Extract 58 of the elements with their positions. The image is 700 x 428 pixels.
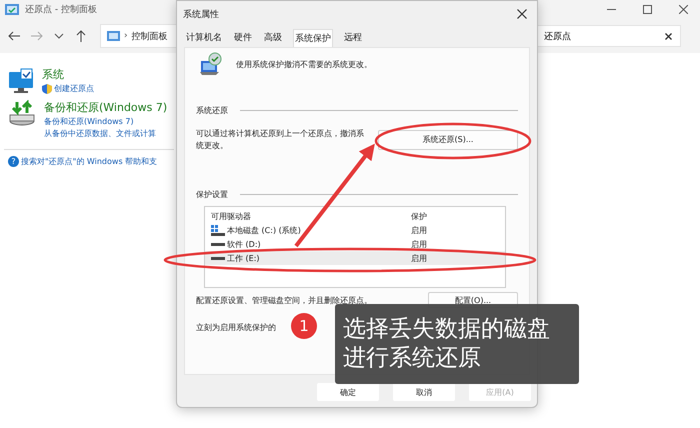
- column-header[interactable]: 保护: [411, 210, 427, 222]
- group-label: 系统还原: [196, 105, 228, 116]
- window-title: 还原点 - 控制面板: [25, 4, 97, 16]
- drive-name: 软件 (D:): [227, 238, 261, 250]
- dialog-title: 系统属性: [183, 8, 219, 20]
- tab[interactable]: 远程: [343, 29, 363, 47]
- drive-row[interactable]: 软件 (D:) 启用: [205, 237, 505, 252]
- control-panel-icon: [4, 2, 20, 16]
- drive-name: 工作 (E:): [227, 252, 260, 264]
- restore-description-line: 统更改。: [196, 140, 229, 152]
- clear-icon: [665, 32, 672, 40]
- breadcrumb-item[interactable]: 控制面板: [132, 30, 168, 42]
- search-field[interactable]: 还原点: [535, 25, 681, 47]
- configure-description: 配置还原设置、管理磁盘空间，并且删除还原点。: [196, 294, 372, 306]
- help-icon[interactable]: ?: [8, 156, 19, 167]
- maximize-icon: [643, 4, 652, 14]
- drive-row[interactable]: 本地磁盘 (C:) (系统) 启用: [205, 223, 505, 238]
- back-arrow-icon: [8, 30, 20, 42]
- search-value: 还原点: [544, 30, 571, 42]
- up-arrow-icon: [75, 30, 87, 42]
- callout-text-line: 进行系统还原: [343, 344, 482, 373]
- column-header[interactable]: 可用驱动器: [211, 210, 411, 222]
- close-icon: [679, 4, 688, 14]
- drive-name: 本地磁盘 (C:) (系统): [227, 224, 301, 236]
- drive-icon: [211, 242, 225, 246]
- create-description: 立刻为启用系统保护的: [196, 323, 276, 332]
- computer-protection-icon: [198, 52, 222, 76]
- result-link[interactable]: 从备份中还原数据、文件或计算: [44, 128, 156, 139]
- group-label: 保护设置: [196, 189, 228, 200]
- dialog-button[interactable]: 确定: [317, 383, 379, 401]
- monitor-icon: [8, 67, 34, 93]
- breadcrumb-separator: ›: [124, 31, 128, 41]
- tab[interactable]: 高级: [263, 29, 283, 47]
- callout-text-line: 选择丢失数据的磁盘: [343, 315, 551, 344]
- tab[interactable]: 系统保护: [293, 29, 333, 47]
- tab[interactable]: 计算机名: [185, 29, 223, 47]
- protection-status: 启用: [411, 252, 427, 264]
- minimize-icon: [607, 8, 616, 10]
- description-text: 使用系统保护撤消不需要的系统更改。: [236, 58, 372, 70]
- result-link[interactable]: 备份和还原(Windows 7): [44, 116, 134, 127]
- result-title[interactable]: 备份和还原(Windows 7): [44, 100, 168, 115]
- backup-drive-icon: [8, 100, 36, 126]
- result-link[interactable]: 创建还原点: [54, 83, 94, 94]
- drive-icon: [211, 256, 225, 260]
- close-icon: [517, 9, 527, 19]
- system-restore-button[interactable]: 系统还原(S)...: [378, 130, 518, 150]
- control-panel-icon: [107, 30, 120, 42]
- result-title[interactable]: 系统: [42, 67, 94, 82]
- tab[interactable]: 硬件: [233, 29, 253, 47]
- drive-row[interactable]: 工作 (E:) 启用: [205, 251, 505, 266]
- help-link[interactable]: 搜索对"还原点"的 Windows 帮助和支: [21, 156, 158, 167]
- restore-description-line: 可以通过将计算机还原到上一个还原点，撤消系: [196, 128, 364, 140]
- system-drive-icon: [211, 224, 225, 236]
- forward-arrow-icon: [31, 30, 43, 42]
- protection-status: 启用: [411, 224, 427, 236]
- dialog-button[interactable]: 取消: [393, 383, 455, 401]
- chevron-down-icon: [54, 33, 64, 39]
- protection-status: 启用: [411, 238, 427, 250]
